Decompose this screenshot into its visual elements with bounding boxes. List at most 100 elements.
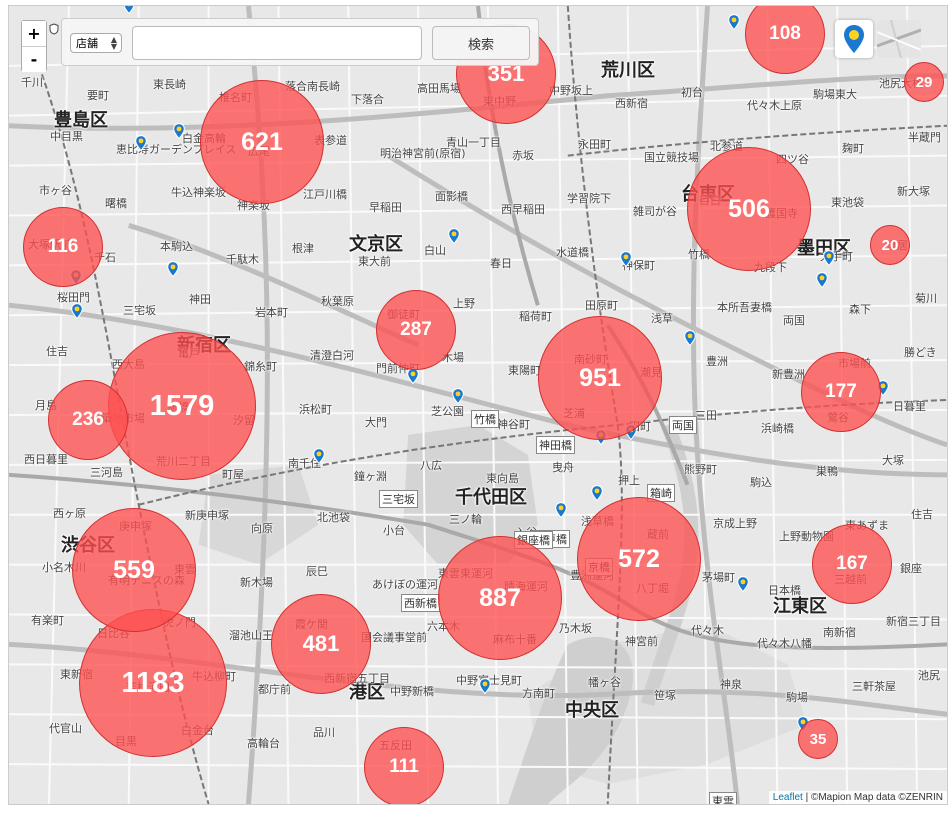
store-pin-icon[interactable] — [448, 227, 460, 245]
map-label: 下落合 — [351, 93, 384, 106]
cluster-marker-111[interactable]: 111 — [364, 727, 444, 804]
cluster-marker-506[interactable]: 506 — [687, 147, 811, 271]
store-pin-icon[interactable] — [737, 575, 749, 593]
map-label: 千代田区 — [455, 487, 527, 508]
cluster-marker-621[interactable]: 621 — [200, 80, 324, 204]
cluster-marker-29[interactable]: 29 — [904, 62, 944, 102]
cluster-count: 287 — [400, 319, 432, 340]
leaflet-link[interactable]: Leaflet — [773, 792, 803, 803]
map-label: 学習院下 — [567, 191, 611, 205]
map-label: 有楽町 — [31, 614, 64, 628]
store-pin-icon[interactable] — [823, 249, 835, 267]
cluster-marker-116[interactable]: 116 — [23, 207, 103, 287]
store-pin-icon[interactable] — [479, 677, 491, 695]
map-label: 大塚 — [882, 453, 904, 467]
map-label: 新大塚 — [897, 184, 930, 198]
map-viewport[interactable]: 豊島区文京区荒川区台東区墨田区新宿区渋谷区千代田区港区中央区江東区千川要町東長崎… — [8, 5, 948, 805]
store-pin-icon[interactable] — [407, 367, 419, 385]
zoom-in-button[interactable]: + — [22, 21, 46, 46]
search-button[interactable]: 検索 — [432, 26, 530, 60]
map-label: 江戸川橋 — [303, 187, 347, 201]
cluster-marker-951[interactable]: 951 — [538, 316, 662, 440]
map-label: 東向島 — [486, 471, 519, 485]
cluster-marker-236[interactable]: 236 — [48, 380, 128, 460]
map-label: 西新宿 — [615, 97, 648, 110]
cluster-count: 167 — [836, 553, 868, 574]
map-label: 青山一丁目 — [446, 135, 501, 149]
map-label: 東池袋 — [831, 195, 864, 209]
map-label: 赤坂 — [512, 148, 534, 162]
map-label: 大門 — [365, 416, 387, 430]
category-select[interactable]: 店舗 ▲ ▼ — [70, 33, 122, 53]
map-label: 森下 — [849, 303, 871, 317]
zoom-out-button[interactable]: - — [22, 47, 46, 72]
store-pin-icon[interactable] — [816, 271, 828, 289]
cluster-count: 35 — [809, 730, 827, 748]
cluster-marker-572[interactable]: 572 — [577, 497, 701, 621]
map-label: 方南町 — [522, 687, 555, 701]
map-label: 白山 — [424, 243, 446, 257]
cluster-count: 481 — [302, 631, 340, 656]
cluster-marker-481[interactable]: 481 — [271, 594, 371, 694]
map-label: 東雲 — [709, 792, 737, 804]
cluster-marker-35[interactable]: 35 — [798, 719, 838, 759]
updown-arrow-icon: ▲ ▼ — [110, 35, 117, 51]
attribution: Leaflet | ©Mapion Map data ©ZENRIN — [768, 791, 947, 804]
map-label: 鐘ヶ淵 — [354, 469, 387, 483]
cluster-count: 572 — [618, 544, 660, 573]
map-label: 都庁前 — [258, 683, 291, 697]
store-pin-icon[interactable] — [452, 387, 464, 405]
store-pin-icon[interactable] — [173, 122, 185, 140]
store-pin-icon[interactable] — [167, 260, 179, 278]
map-label: 東陽町 — [508, 364, 541, 378]
map-label: 稲荷町 — [519, 310, 552, 324]
search-input[interactable] — [132, 26, 422, 60]
cluster-count: 951 — [579, 363, 621, 392]
map-label: 中目黒 — [50, 129, 83, 143]
map-label: 八広 — [420, 458, 442, 472]
map-label: 西早稲田 — [501, 202, 545, 216]
map-label: 中野坂上 — [549, 84, 593, 97]
store-pin-icon[interactable] — [728, 13, 740, 31]
store-pin-icon[interactable] — [123, 6, 135, 15]
store-pin-icon[interactable] — [684, 329, 696, 347]
map-label: 豊洲 — [706, 355, 728, 369]
map-label: 錦糸町 — [244, 360, 277, 374]
category-select-label: 店舗 — [76, 37, 98, 50]
map-label: 池尻 — [918, 669, 940, 683]
map-label: 乃木坂 — [559, 622, 592, 636]
store-pin-icon[interactable] — [71, 302, 83, 320]
map-label: 代々木上原 — [747, 99, 802, 112]
cluster-marker-20[interactable]: 20 — [870, 225, 910, 265]
cluster-marker-559[interactable]: 559 — [72, 508, 196, 632]
store-pin-icon[interactable] — [313, 447, 325, 465]
store-pin-icon[interactable] — [555, 501, 567, 519]
cluster-marker-167[interactable]: 167 — [812, 524, 892, 604]
map-label: 千駄木 — [226, 252, 259, 266]
map-label: 住吉 — [46, 345, 68, 359]
layer-pin-toggle[interactable] — [835, 20, 873, 58]
map-label: 熊野町 — [684, 462, 717, 476]
map-label: 面影橋 — [435, 189, 468, 203]
cluster-marker-1183[interactable]: 1183 — [79, 609, 227, 757]
cluster-marker-287[interactable]: 287 — [376, 290, 456, 370]
map-label: 西新橋 — [401, 594, 440, 612]
map-label: 向原 — [251, 521, 273, 535]
map-label: 三宅坂 — [379, 490, 418, 508]
store-pin-icon[interactable] — [135, 134, 147, 152]
map-label: 品川 — [313, 726, 335, 740]
map-label: 神田橋 — [536, 436, 575, 454]
map-label: 駒込 — [750, 475, 772, 489]
layer-map-toggle[interactable] — [877, 20, 921, 58]
map-label: 高田馬場 — [417, 82, 461, 95]
map-label: 小台 — [383, 523, 405, 537]
map-label: 溜池山王 — [229, 629, 273, 643]
cluster-marker-1579[interactable]: 1579 — [108, 332, 256, 480]
cluster-marker-177[interactable]: 177 — [801, 352, 881, 432]
map-label: 要町 — [87, 89, 109, 102]
search-bar: 店舗 ▲ ▼ 検索 — [61, 18, 539, 66]
map-label: 曙橋 — [105, 196, 127, 210]
store-pin-icon[interactable] — [620, 250, 632, 268]
cluster-marker-887[interactable]: 887 — [438, 536, 562, 660]
store-pin-icon[interactable] — [591, 484, 603, 502]
